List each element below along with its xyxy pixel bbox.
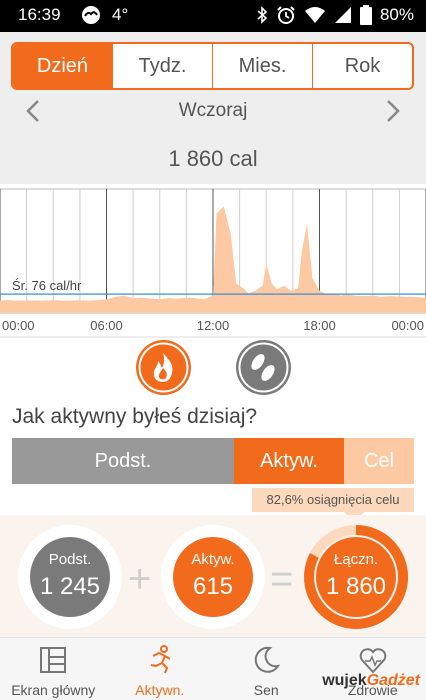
tab-month[interactable]: Mies.	[212, 44, 312, 88]
steps-toggle-button[interactable]	[236, 340, 291, 395]
wifi-icon	[304, 7, 325, 23]
nav-home-label: Ekran główny	[11, 682, 96, 698]
chart-x-tick-label: 18:00	[303, 318, 336, 333]
nav-sleep[interactable]: Sen	[213, 638, 320, 700]
signal-icon	[334, 7, 351, 23]
basic-calories-ring: Podst. 1 245	[18, 525, 122, 629]
basic-segment: Podst.	[12, 438, 234, 484]
basic-calories-value: 1 245	[39, 573, 101, 600]
date-label: Wczoraj	[178, 100, 248, 121]
date-navigator: Wczoraj	[0, 94, 426, 128]
nav-activity[interactable]: Aktywn.	[107, 638, 214, 700]
activity-question: Jak aktywny byłeś dzisiaj?	[12, 405, 258, 428]
temperature: 4°	[112, 5, 129, 24]
total-calories: 1 860 cal	[168, 146, 258, 171]
equals-sign: =	[270, 557, 294, 601]
calorie-chart: Śr. 76 cal/hr 00:00 06:00 12:00 18:00 00:00	[0, 185, 426, 340]
active-calories-ring: Aktyw. 615	[161, 525, 265, 629]
plus-sign: +	[128, 557, 152, 601]
chart-x-tick-label: 00:00	[2, 318, 35, 333]
chart-svg: Śr. 76 cal/hr 00:00 06:00 12:00 18:00 00:00	[0, 188, 426, 338]
chart-x-tick-label: 00:00	[391, 318, 424, 333]
nav-health[interactable]: Zdrowie	[320, 638, 426, 700]
fire-icon	[138, 342, 189, 393]
chevron-right-icon[interactable]	[376, 94, 410, 128]
watermark-brand: Gadżet	[366, 672, 420, 689]
metric-toggle	[0, 340, 426, 400]
active-calories-disc: Aktyw. 615	[173, 537, 253, 617]
home-screen-icon	[40, 647, 67, 673]
calorie-summary: Podst. 1 245 + Aktyw. 615 = Łączn. 1 860	[0, 515, 426, 637]
tab-year[interactable]: Rok	[312, 44, 412, 88]
period-header: Dzień Tydz. Mies. Rok Wczoraj 1 860 cal	[0, 32, 426, 184]
watermark-pre: wujek	[322, 672, 367, 689]
running-icon	[150, 645, 171, 674]
chart-x-tick-label: 06:00	[90, 318, 123, 333]
period-tabs: Dzień Tydz. Mies. Rok	[11, 42, 414, 90]
clock: 16:39	[18, 5, 61, 24]
moon-icon	[255, 646, 281, 673]
goal-segment: Cel	[344, 438, 414, 484]
weather-icon	[82, 6, 100, 24]
active-segment: Aktyw.	[234, 438, 344, 484]
active-calories-label: Aktyw.	[191, 551, 235, 568]
active-calories-value: 615	[192, 573, 234, 600]
nav-activity-label: Aktywn.	[135, 682, 185, 698]
bluetooth-icon	[257, 6, 268, 24]
tab-week[interactable]: Tydz.	[112, 44, 212, 88]
chart-x-tick-label: 12:00	[197, 318, 230, 333]
alarm-icon	[277, 6, 295, 24]
total-calories-label: Łączn.	[333, 551, 379, 568]
footsteps-icon	[238, 342, 289, 393]
basic-calories-disc: Podst. 1 245	[30, 537, 110, 617]
total-calories-disc: Łączn. 1 860	[316, 537, 396, 617]
nav-home[interactable]: Ekran główny	[0, 638, 107, 700]
nav-sleep-label: Sen	[253, 682, 279, 698]
activity-breakdown-bar: Podst. Aktyw. Cel	[12, 438, 414, 484]
status-bar: 16:39 4° 80%	[0, 0, 426, 32]
watermark-logo: wujekGadżet	[322, 672, 420, 690]
basic-calories-label: Podst.	[48, 551, 92, 568]
battery-icon	[359, 5, 372, 25]
total-calories-ring: Łączn. 1 860	[304, 525, 408, 629]
goal-tooltip: 82,6% osiągnięcia celu	[252, 488, 414, 522]
chart-average-label: Śr. 76 cal/hr	[12, 278, 82, 293]
calories-toggle-button[interactable]	[136, 340, 191, 395]
battery-level: 80%	[379, 5, 414, 24]
bottom-navigation: Ekran główny Aktywn. Sen Zdrowie	[0, 637, 426, 700]
tab-day[interactable]: Dzień	[13, 44, 112, 88]
total-calories-value: 1 860	[325, 573, 387, 600]
